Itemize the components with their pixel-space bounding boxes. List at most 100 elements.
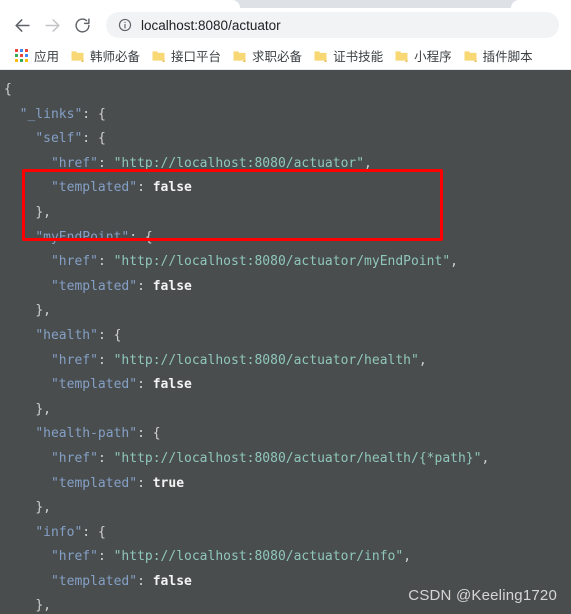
forward-button[interactable] bbox=[38, 11, 66, 39]
folder-icon bbox=[152, 50, 165, 62]
json-line: { bbox=[4, 78, 571, 103]
json-response-body: { "_links": { "self": { "href": "http://… bbox=[0, 70, 571, 614]
bookmark-label: 证书技能 bbox=[333, 50, 384, 64]
json-token-punct: }, bbox=[35, 204, 51, 220]
json-token-colon: : bbox=[137, 475, 153, 491]
json-token-key: "templated" bbox=[50, 180, 138, 196]
json-token-punct: }, bbox=[35, 303, 51, 319]
json-line: }, bbox=[4, 398, 571, 423]
json-token-key: "templated" bbox=[50, 475, 138, 491]
back-button[interactable] bbox=[8, 11, 36, 39]
url-text[interactable]: localhost:8080/actuator bbox=[141, 18, 281, 33]
json-code-block: { "_links": { "self": { "href": "http://… bbox=[4, 78, 571, 614]
json-token-colon: : bbox=[97, 549, 114, 565]
json-token-punct: { bbox=[4, 82, 12, 97]
bookmark-item-4[interactable]: 证书技能 bbox=[310, 44, 391, 67]
bookmarks-bar: 应用 韩师必备 接口平台 求职必备 证书技能 小程序 插件脚本 bbox=[0, 42, 571, 70]
tab-strip[interactable] bbox=[0, 0, 571, 8]
json-token-key: "href" bbox=[50, 450, 98, 466]
json-token-key: "self" bbox=[35, 131, 83, 147]
address-bar[interactable]: localhost:8080/actuator bbox=[106, 12, 559, 38]
json-token-key: "templated" bbox=[50, 377, 138, 393]
json-line: "href": "http://localhost:8080/actuator/… bbox=[4, 349, 571, 374]
json-token-bool: true bbox=[152, 475, 185, 491]
folder-icon bbox=[314, 50, 327, 62]
json-line: "self": { bbox=[4, 127, 571, 152]
arrow-right-icon bbox=[43, 16, 62, 35]
arrow-left-icon bbox=[13, 16, 32, 35]
json-token-colon: : bbox=[137, 573, 153, 589]
json-token-punct: , bbox=[364, 155, 372, 171]
bookmark-item-1[interactable]: 韩师必备 bbox=[67, 44, 148, 67]
folder-icon bbox=[464, 50, 477, 62]
json-token-str: "http://localhost:8080/actuator" bbox=[113, 155, 365, 171]
json-token-punct: }, bbox=[35, 401, 51, 417]
json-token-punct: { bbox=[152, 426, 161, 442]
json-line: "href": "http://localhost:8080/actuator/… bbox=[4, 447, 571, 472]
json-token-key: "href" bbox=[50, 254, 98, 270]
bookmark-item-6[interactable]: 插件脚本 bbox=[460, 44, 541, 67]
bookmark-item-5[interactable]: 小程序 bbox=[391, 44, 460, 67]
bookmark-label: 求职必备 bbox=[252, 50, 303, 64]
json-line: "templated": false bbox=[4, 176, 571, 201]
info-icon[interactable] bbox=[118, 18, 132, 32]
json-token-key: "_links" bbox=[19, 106, 83, 122]
bookmark-label: 应用 bbox=[34, 50, 60, 64]
json-token-str: "http://localhost:8080/actuator/health/{… bbox=[113, 450, 482, 466]
bookmark-label: 接口平台 bbox=[171, 50, 222, 64]
json-token-key: "templated" bbox=[50, 278, 138, 294]
json-token-punct: }, bbox=[35, 500, 51, 516]
bookmark-item-3[interactable]: 求职必备 bbox=[229, 44, 310, 67]
json-token-key: "href" bbox=[50, 155, 98, 171]
json-token-punct: { bbox=[113, 327, 122, 343]
json-token-colon: : bbox=[137, 278, 153, 294]
json-token-str: "http://localhost:8080/actuator/myEndPoi… bbox=[113, 254, 451, 270]
bookmark-label: 小程序 bbox=[414, 50, 452, 64]
reload-button[interactable] bbox=[68, 11, 96, 39]
json-line: }, bbox=[4, 201, 571, 226]
json-token-key: "health" bbox=[35, 327, 98, 343]
bookmark-label: 韩师必备 bbox=[90, 50, 141, 64]
json-line: "href": "http://localhost:8080/actuator"… bbox=[4, 152, 571, 177]
json-line: "href": "http://localhost:8080/actuator/… bbox=[4, 250, 571, 275]
json-token-colon: : bbox=[97, 155, 114, 171]
json-token-colon: : bbox=[137, 426, 153, 442]
json-token-colon: : bbox=[129, 229, 145, 245]
json-token-colon: : bbox=[97, 327, 114, 343]
folder-icon bbox=[233, 50, 246, 62]
json-token-key: "myEndPoint" bbox=[35, 229, 130, 245]
json-token-bool: false bbox=[152, 377, 192, 393]
json-line: "health": { bbox=[4, 324, 571, 349]
json-token-str: "http://localhost:8080/actuator/info" bbox=[113, 549, 404, 565]
json-line: "href": "http://localhost:8080/actuator/… bbox=[4, 545, 571, 570]
json-token-key: "health-path" bbox=[35, 426, 138, 442]
json-line: "templated": false bbox=[4, 275, 571, 300]
json-token-colon: : bbox=[97, 352, 114, 368]
json-token-bool: false bbox=[152, 180, 192, 196]
json-token-colon: : bbox=[137, 377, 153, 393]
json-token-punct: { bbox=[97, 131, 106, 147]
json-token-punct: { bbox=[144, 229, 153, 245]
json-line: "info": { bbox=[4, 521, 571, 546]
json-token-key: "href" bbox=[50, 352, 98, 368]
bookmark-item-2[interactable]: 接口平台 bbox=[148, 44, 229, 67]
json-line: }, bbox=[4, 496, 571, 521]
json-token-colon: : bbox=[97, 254, 114, 270]
json-token-bool: false bbox=[152, 573, 192, 589]
json-token-colon: : bbox=[137, 180, 153, 196]
json-token-bool: false bbox=[152, 278, 192, 294]
json-token-punct: , bbox=[418, 352, 427, 368]
json-token-punct: , bbox=[450, 254, 458, 270]
active-tab[interactable] bbox=[0, 0, 240, 8]
json-token-key: "templated" bbox=[50, 573, 138, 589]
json-token-colon: : bbox=[82, 131, 98, 147]
json-line: }, bbox=[4, 299, 571, 324]
json-token-str: "http://localhost:8080/actuator/health" bbox=[113, 352, 419, 368]
json-token-punct: }, bbox=[35, 598, 51, 614]
watermark-text: CSDN @Keeling1720 bbox=[408, 587, 557, 604]
json-token-punct: , bbox=[403, 549, 412, 565]
bookmark-item-apps[interactable]: 应用 bbox=[11, 44, 67, 67]
new-tab-area[interactable] bbox=[511, 0, 571, 8]
json-token-colon: : bbox=[82, 106, 98, 122]
json-token-colon: : bbox=[97, 450, 114, 466]
